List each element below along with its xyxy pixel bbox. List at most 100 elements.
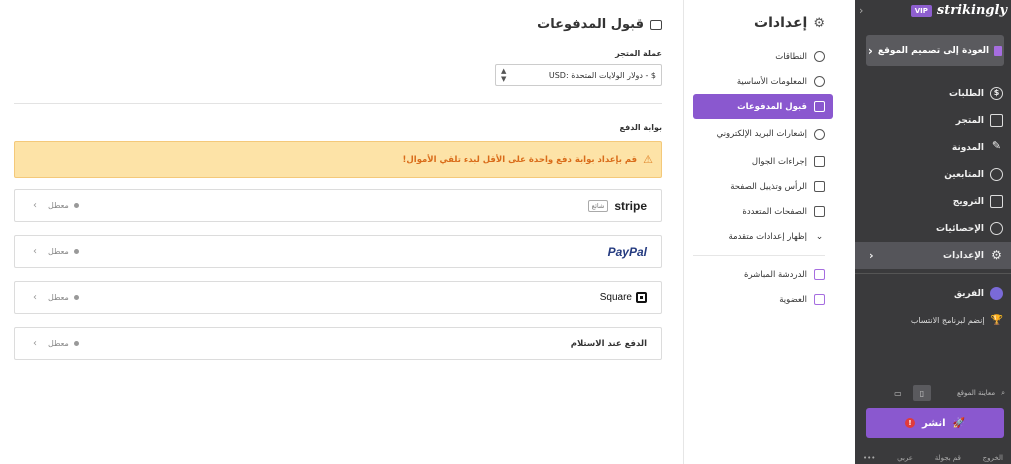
settings-item-label: العضوية [779,294,807,305]
settings-item-domains[interactable]: النطاقات [693,44,825,69]
paypal-logo-text: PayPal [607,244,647,259]
settings-title: ⚙ إعدادات [754,15,825,31]
sidebar-item-orders[interactable]: الطلبات $ [855,80,1011,107]
sidebar-item-promotion[interactable]: الترويج [855,188,1011,215]
rocket-icon: 🚀 [952,417,966,429]
settings-item-label: إشعارات البريد الإلكتروني [716,128,807,139]
megaphone-icon [990,195,1003,208]
sidebar-item-settings[interactable]: › الإعدادات ⚙ [855,242,1011,269]
bell-icon [814,128,825,140]
preview-label[interactable]: معاينة الموقع [957,389,995,397]
publish-label: انشر [921,417,946,429]
desktop-icon[interactable]: ▭ [889,385,907,401]
gear-icon: ⚙ [813,15,825,31]
divider [14,103,662,104]
paypal-logo: PayPal [608,245,647,259]
settings-menu: النطاقات المعلومات الأساسية قبول المدفوع… [693,44,833,312]
gear-icon: ⚙ [991,248,1002,262]
brand-logo: strikingly [936,3,1007,18]
settings-item-label: قبول المدفوعات [737,101,807,112]
sidebar-item-label: الإعدادات [943,250,984,261]
warning-text: قم بإعداد بوابة دفع واحدة على الأقل لبدء… [402,154,638,165]
settings-item-label: إظهار إعدادات متقدمة [728,231,807,242]
gateway-square[interactable]: Square ‹ معطل [14,281,662,314]
chevron-right-icon: › [869,249,874,262]
vip-badge: VIP [910,4,932,17]
square-logo-text: Square [599,292,632,303]
publish-button[interactable]: 🚀 انشر ! [866,408,1004,438]
square-logo: Square [600,292,647,303]
sidebar-item-team[interactable]: الفريق [855,280,1011,307]
settings-item-payments[interactable]: قبول المدفوعات [693,94,833,119]
square-icon [636,292,647,303]
back-to-editor-button[interactable]: العودة إلى تصميم الموقع ‹ [866,35,1004,66]
app-sidebar: › VIP strikingly العودة إلى تصميم الموقع… [855,0,1011,464]
gateway-status: معطل [48,339,69,348]
status-dot [73,295,79,300]
sidebar-item-affiliate[interactable]: إنضم لبرنامج الانتساب 🏆 [855,307,1011,334]
settings-panel: ⚙ إعدادات النطاقات المعلومات الأساسية قب… [683,0,855,464]
settings-item-membership[interactable]: العضوية [693,287,825,312]
logout-link[interactable]: الخروج [983,454,1003,462]
chevron-left-icon: ‹ [33,338,37,349]
collapse-icon[interactable]: › [859,4,863,17]
credit-card-icon [650,19,662,30]
status-dot [73,249,79,254]
settings-item-basic-info[interactable]: المعلومات الأساسية [693,69,825,94]
more-icon[interactable]: ••• [863,454,875,462]
mobile-icon [814,156,825,167]
pen-icon: ✎ [991,139,1002,152]
sidebar-item-followers[interactable]: المتابعين [855,161,1011,188]
settings-item-label: الصفحات المتعددة [742,206,807,217]
team-icon [990,287,1003,300]
settings-item-label: النطاقات [775,51,807,62]
tour-link[interactable]: قم بجولة [935,454,961,462]
settings-item-header-footer[interactable]: الرأس وتذييل الصفحة [693,174,825,199]
settings-item-label: إجراءات الجوال [751,156,807,167]
pages-icon [814,206,825,217]
users-icon [990,168,1003,181]
divider [693,255,825,256]
settings-item-multi-pages[interactable]: الصفحات المتعددة [693,199,825,224]
alert-icon: ! [904,418,915,428]
mobile-icon[interactable]: ▯ [912,385,931,401]
sidebar-item-analytics[interactable]: الإحصائيات [855,215,1011,242]
sidebar-item-label: الإحصائيات [936,223,984,234]
sidebar-item-label: المتابعين [944,169,984,180]
preview-row: ▭ ▯ معاينة الموقع ⌕ [889,385,1005,401]
chat-icon [814,269,825,280]
stripe-logo: stripe [614,198,647,213]
back-label: العودة إلى تصميم الموقع [877,45,990,56]
chevron-left-icon: ‹ [867,43,873,58]
settings-item-mobile-actions[interactable]: إجراءات الجوال [693,149,825,174]
sidebar-item-blog[interactable]: المدونة ✎ [855,134,1011,161]
info-icon [814,76,825,87]
sidebar-item-store[interactable]: المتجر [855,107,1011,134]
gateway-stripe[interactable]: شائع stripe ‹ معطل [14,189,662,222]
gateway-paypal[interactable]: PayPal ‹ معطل [14,235,662,268]
settings-item-live-chat[interactable]: الدردشة المباشرة [693,262,825,287]
divider [855,273,1011,274]
dollar-icon: $ [990,87,1003,100]
status-dot [73,341,79,346]
warning-icon: ⚠ [643,153,653,166]
gateway-cod[interactable]: الدفع عند الاستلام ‹ معطل [14,327,662,360]
language-link[interactable]: عربي [897,454,913,462]
sidebar-item-label: المدونة [951,142,984,153]
currency-select[interactable]: ▲ ▼ USD: دولار الولايات المتحدة - $ [495,64,662,86]
page-title: قبول المدفوعات [537,17,662,32]
sidebar-item-label: الفريق [953,288,984,299]
gateway-status: معطل [48,247,69,256]
trophy-icon: 🏆 [990,315,1003,326]
cod-label: الدفع عند الاستلام [570,338,647,349]
gateway-label: بوابة الدفع [619,123,662,132]
gateway-status: معطل [48,293,69,302]
select-arrows-icon: ▲ ▼ [501,67,507,83]
sidebar-item-label: إنضم لبرنامج الانتساب [910,316,985,325]
credit-card-icon [814,101,825,112]
settings-item-advanced[interactable]: ⌄ إظهار إعدادات متقدمة [693,224,825,249]
settings-item-label: المعلومات الأساسية [736,76,807,87]
currency-value: USD: دولار الولايات المتحدة - $ [548,70,656,80]
settings-item-email-notifications[interactable]: إشعارات البريد الإلكتروني [693,119,825,149]
settings-item-label: الدردشة المباشرة [744,269,807,280]
